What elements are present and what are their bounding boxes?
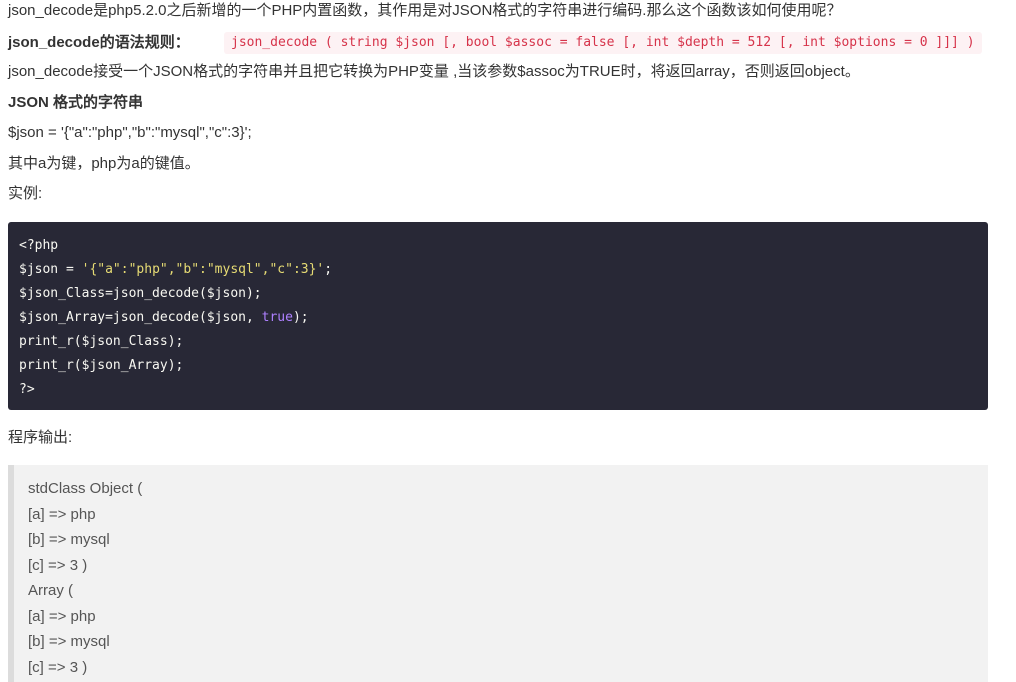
output-line: [a] => php	[28, 607, 96, 625]
code-string-literal: '{"a":"php","b":"mysql","c":3}'	[81, 262, 325, 277]
key-note-text: 其中a为键，php为a的键值。	[8, 155, 200, 172]
code-line: print_r($json_Array);	[19, 354, 977, 378]
code-line: $json = '{"a":"php","b":"mysql","c":3}';	[19, 258, 977, 282]
output-line: [b] => mysql	[28, 531, 110, 548]
code-block[interactable]: <?php $json = '{"a":"php","b":"mysql","c…	[8, 222, 988, 410]
syntax-inline-code: json_decode ( string $json [, bool $asso…	[224, 32, 982, 54]
output-line: Array (	[28, 582, 73, 599]
code-keyword: true	[261, 310, 293, 325]
example-label: 实例:	[8, 185, 43, 202]
output-line: stdClass Object (	[28, 480, 143, 497]
intro-paragraph: json_decode是php5.2.0之后新增的一个PHP内置函数，其作用是对…	[8, 2, 842, 19]
output-label: 程序输出:	[8, 429, 73, 446]
code-text: );	[292, 310, 309, 325]
code-line: print_r($json_Class);	[19, 330, 977, 354]
code-text: print_r($json_Array);	[19, 358, 184, 373]
description-paragraph: json_decode接受一个JSON格式的字符串并且把它转换为PHP变量 ,当…	[8, 63, 860, 80]
code-text: print_r($json_Class);	[19, 334, 184, 349]
code-text: ?>	[19, 382, 35, 397]
output-line: [b] => mysql	[28, 633, 110, 650]
json-format-heading: JSON 格式的字符串	[8, 94, 144, 111]
code-text: $json_Array=json_decode($json,	[19, 310, 262, 325]
code-line: <?php	[19, 234, 977, 258]
code-line: $json_Array=json_decode($json, true);	[19, 306, 977, 330]
syntax-label: json_decode的语法规则：	[8, 34, 190, 51]
code-text: $json =	[19, 262, 82, 277]
code-line: ?>	[19, 378, 977, 402]
output-line: [c] => 3 )	[28, 556, 88, 574]
output-line: [c] => 3 )	[28, 658, 88, 676]
code-text: ;	[324, 262, 333, 277]
code-text: <?php	[19, 238, 59, 253]
output-blockquote: stdClass Object ( [a] => php [b] => mysq…	[8, 465, 988, 682]
output-line: [a] => php	[28, 505, 96, 523]
json-example-text: $json = '{"a":"php","b":"mysql","c":3}';	[8, 124, 252, 141]
code-text: $json_Class=json_decode($json);	[19, 286, 262, 301]
code-line: $json_Class=json_decode($json);	[19, 282, 977, 306]
